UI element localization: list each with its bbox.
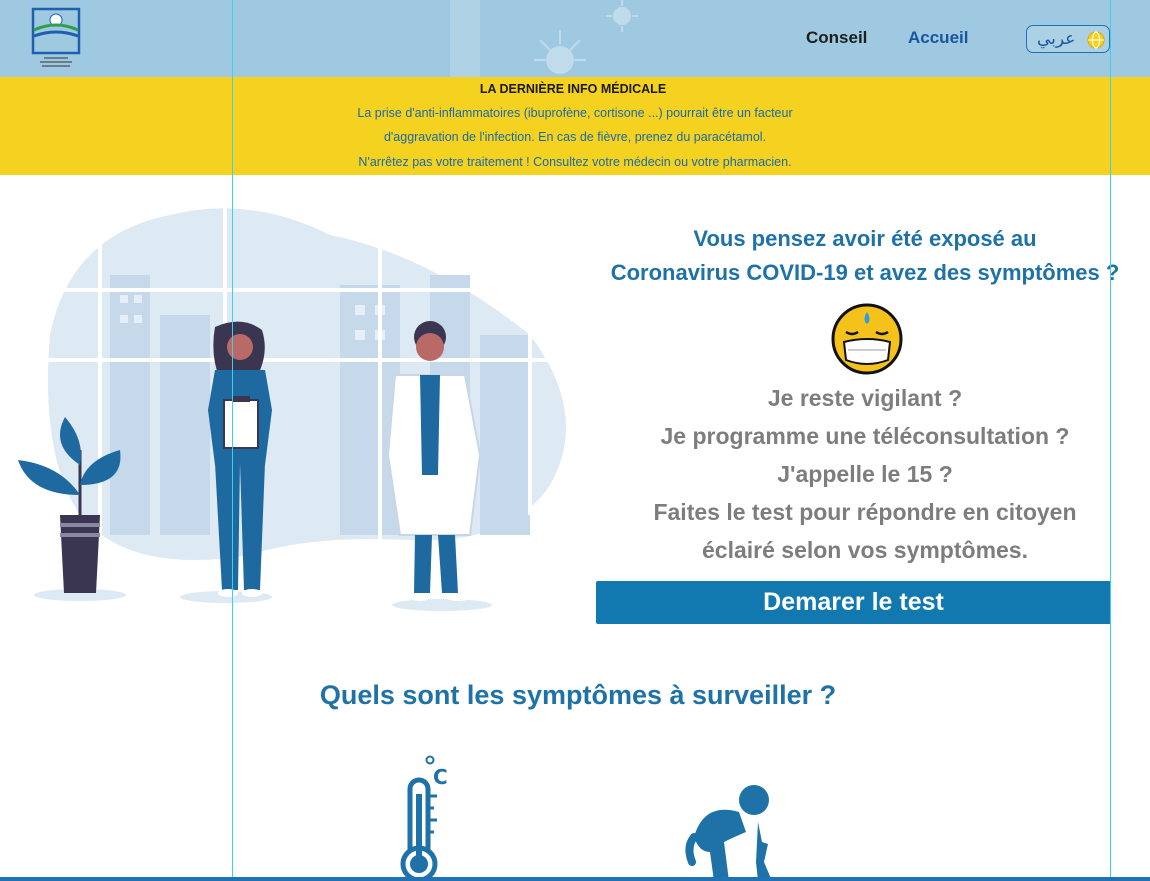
svg-text:C: C	[433, 765, 448, 789]
medical-info-banner: LA DERNIÈRE INFO MÉDICALE La prise d'ant…	[0, 77, 1150, 175]
virus-decoration-icon	[534, 30, 586, 74]
site-header: Conseil Accueil عربي	[0, 0, 1150, 77]
symptoms-section-title: Quels sont les symptômes à surveiller ?	[319, 680, 837, 710]
building-decoration	[450, 0, 480, 77]
language-toggle-button[interactable]: عربي	[1026, 25, 1110, 53]
bottom-border-bar	[0, 877, 1150, 881]
layout-guide-line	[232, 0, 233, 881]
hero-title: Vous pensez avoir été exposé au Coronavi…	[565, 222, 1150, 290]
banner-title: LA DERNIÈRE INFO MÉDICALE	[479, 82, 667, 96]
start-test-button[interactable]: Demarer le test	[596, 581, 1111, 624]
hero-question: Faites le test pour répondre en citoyen	[653, 499, 1077, 525]
globe-icon	[1087, 31, 1105, 49]
language-label: عربي	[1037, 29, 1076, 49]
hero-question: Je reste vigilant ?	[767, 385, 963, 411]
nav-link-accueil[interactable]: Accueil	[908, 28, 968, 48]
nav-link-conseil[interactable]: Conseil	[806, 28, 867, 48]
hero-question: éclairé selon vos symptômes.	[702, 537, 1028, 563]
masked-face-emoji-icon	[831, 303, 903, 375]
hero-title-line: Coronavirus COVID-19 et avez des symptôm…	[610, 260, 1120, 285]
coughing-person-icon	[685, 785, 772, 881]
banner-text-line: d'aggravation de l'infection. En cas de …	[383, 130, 767, 144]
banner-text-line: N'arrêtez pas votre traitement ! Consult…	[358, 155, 792, 169]
medical-staff-illustration	[18, 200, 570, 611]
virus-decoration-icon	[606, 0, 638, 32]
ministry-logo	[31, 7, 81, 67]
hero-title-line: Vous pensez avoir été exposé au	[693, 226, 1037, 251]
thermometer-icon: C	[400, 755, 448, 881]
layout-guide-line	[1110, 0, 1111, 881]
hero-question: Je programme une téléconsultation ?	[660, 423, 1070, 449]
banner-text-line: La prise d'anti-inflammatoires (ibuprofè…	[357, 106, 793, 120]
hero-question: J'appelle le 15 ?	[777, 461, 953, 487]
